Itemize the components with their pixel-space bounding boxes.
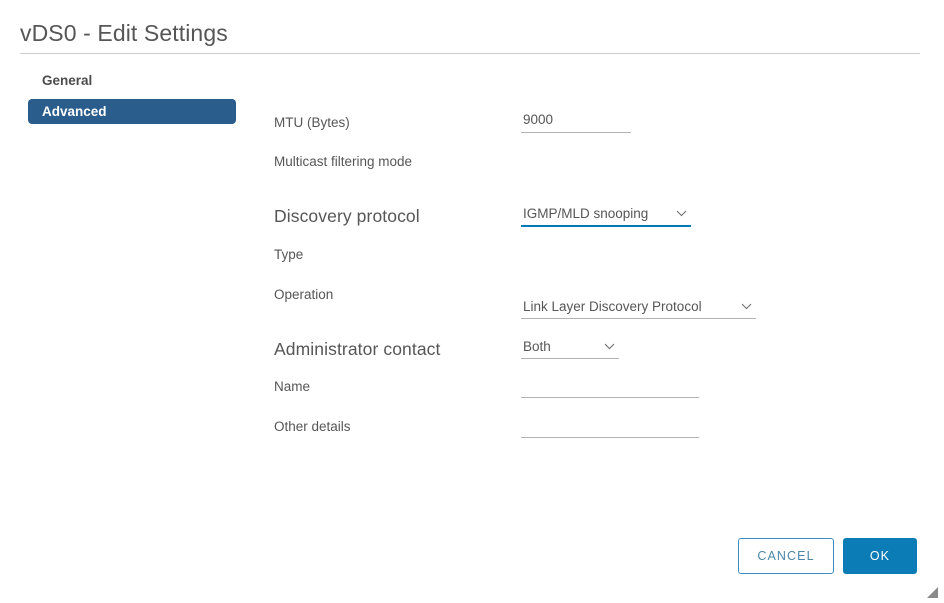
administrator-contact-heading: Administrator contact: [274, 339, 441, 359]
edit-settings-dialog: vDS0 - Edit Settings General Advanced MT…: [0, 0, 944, 603]
admin-other-details-label: Other details: [274, 419, 351, 434]
discovery-operation-select[interactable]: Both: [521, 334, 619, 359]
advanced-settings-pane: MTU (Bytes) Multicast filtering mode IGM…: [0, 54, 944, 524]
dialog-header: vDS0 - Edit Settings: [0, 0, 944, 54]
discovery-operation-value: Both: [523, 338, 551, 354]
page-title: vDS0 - Edit Settings: [20, 20, 228, 46]
chevron-down-icon: [604, 343, 619, 350]
mtu-label: MTU (Bytes): [274, 115, 350, 130]
discovery-type-label: Type: [274, 247, 304, 262]
discovery-type-select[interactable]: Link Layer Discovery Protocol: [521, 294, 756, 319]
multicast-filtering-mode-select[interactable]: IGMP/MLD snooping: [521, 202, 691, 227]
discovery-protocol-heading: Discovery protocol: [274, 206, 420, 226]
chevron-down-icon: [676, 210, 691, 217]
multicast-filtering-mode-value: IGMP/MLD snooping: [523, 206, 649, 221]
admin-name-input[interactable]: [521, 374, 699, 398]
dialog-body: General Advanced MTU (Bytes) Multicast f…: [0, 54, 944, 524]
chevron-down-icon: [741, 303, 756, 310]
dialog-footer: CANCEL OK: [0, 524, 944, 603]
discovery-operation-label: Operation: [274, 287, 334, 302]
discovery-type-value: Link Layer Discovery Protocol: [523, 298, 702, 314]
multicast-filtering-mode-label: Multicast filtering mode: [274, 154, 413, 169]
cancel-button[interactable]: CANCEL: [738, 538, 834, 574]
mtu-input[interactable]: [521, 109, 631, 133]
resize-grip-icon[interactable]: [924, 584, 940, 600]
ok-button[interactable]: OK: [843, 538, 917, 574]
admin-other-details-input[interactable]: [521, 414, 699, 438]
admin-name-label: Name: [274, 379, 311, 394]
